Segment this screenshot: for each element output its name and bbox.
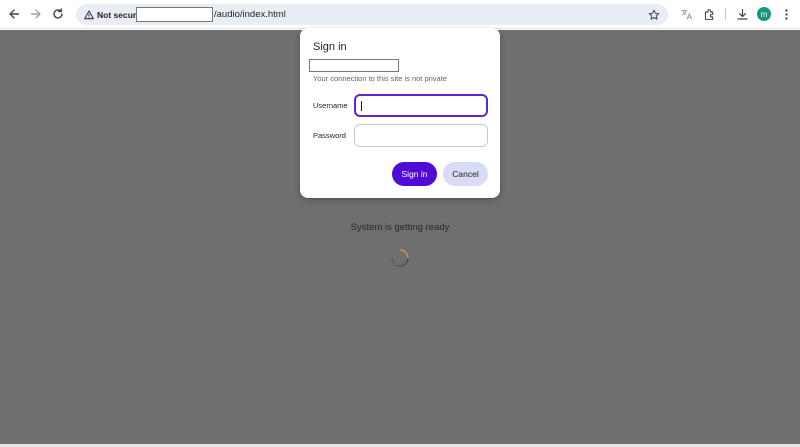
- dialog-host: [309, 59, 399, 72]
- bookmark-button[interactable]: [646, 7, 661, 22]
- back-button[interactable]: [4, 4, 24, 24]
- downloads-button[interactable]: [733, 5, 751, 23]
- reload-button[interactable]: [48, 4, 68, 24]
- sign-in-dialog: Sign in Your connection to this site is …: [300, 28, 500, 198]
- translate-icon: [681, 9, 692, 20]
- url-host: [136, 7, 213, 22]
- toolbar-divider: [725, 8, 726, 20]
- download-icon: [736, 8, 748, 20]
- profile-avatar[interactable]: m: [757, 7, 771, 21]
- url-path: /audio/index.html: [214, 9, 286, 20]
- connection-warning: Your connection to this site is not priv…: [313, 74, 447, 83]
- text-caret: [361, 101, 362, 111]
- forward-button[interactable]: [26, 4, 46, 24]
- loading-spinner-icon: [391, 249, 409, 267]
- browser-menu-button[interactable]: [777, 5, 795, 23]
- username-field[interactable]: [354, 94, 488, 117]
- address-bar[interactable]: Not secure /audio/index.html: [76, 4, 668, 25]
- cancel-button[interactable]: Cancel: [443, 162, 488, 186]
- reload-icon: [53, 8, 63, 19]
- password-field[interactable]: [354, 124, 488, 147]
- username-label: Username: [313, 101, 348, 110]
- star-icon: [648, 9, 659, 20]
- kebab-menu-icon: [784, 8, 788, 20]
- status-message: System is getting ready: [350, 222, 450, 233]
- warning-icon: [84, 9, 94, 19]
- browser-toolbar: Not secure /audio/index.html m: [0, 0, 800, 29]
- sign-in-button[interactable]: Sign in: [392, 162, 437, 186]
- dialog-title: Sign in: [313, 41, 347, 53]
- forward-arrow-icon: [30, 9, 41, 19]
- extensions-icon: [704, 8, 713, 20]
- security-label: Not secure: [97, 9, 141, 20]
- extensions-button[interactable]: [700, 5, 718, 23]
- translate-button[interactable]: [677, 5, 695, 23]
- back-arrow-icon: [9, 9, 20, 19]
- password-label: Password: [313, 131, 346, 140]
